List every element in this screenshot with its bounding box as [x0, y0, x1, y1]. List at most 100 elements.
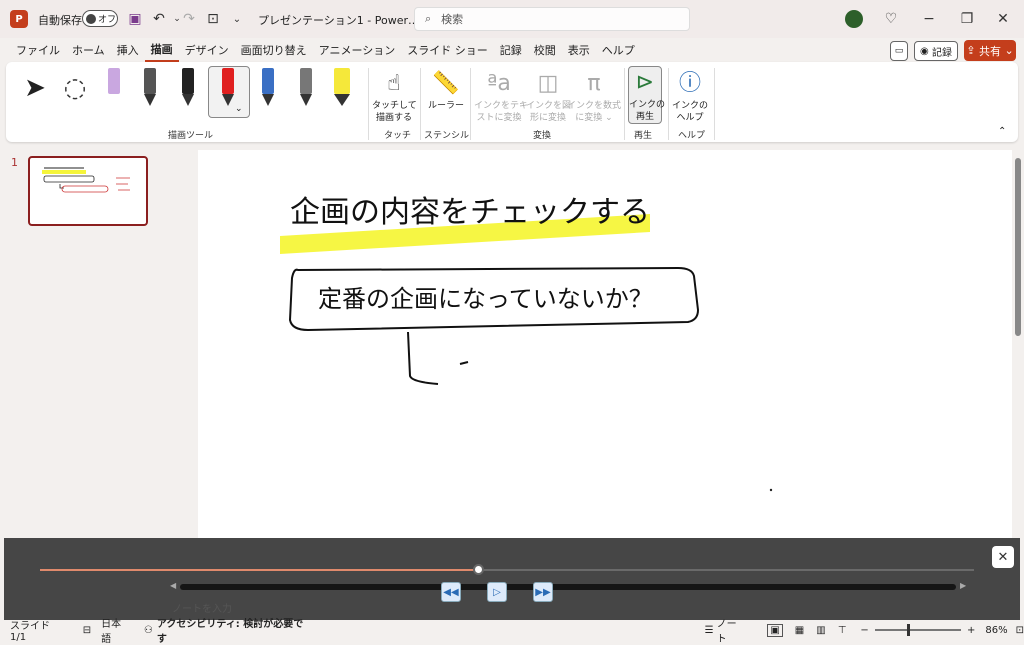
rewind-button[interactable]: ◀◀: [441, 582, 461, 602]
save-icon[interactable]: ▣: [124, 8, 146, 30]
forward-icon: ▶▶: [535, 586, 551, 598]
touch-draw-button[interactable]: ☝ タッチして 描画する: [372, 70, 417, 124]
ink-to-text-label: インクをテキ ストに変換: [474, 101, 529, 123]
ruler-icon: 📏: [432, 71, 460, 96]
ink-help-button[interactable]: ⓘ インクの ヘルプ: [672, 70, 708, 124]
pen-tip: [300, 94, 312, 106]
pen-3[interactable]: [176, 68, 200, 108]
tab-animations[interactable]: アニメーション: [313, 41, 402, 61]
notes-toggle[interactable]: ノート: [717, 615, 746, 645]
ink-to-text-button[interactable]: ªa インクをテキ ストに変換: [474, 70, 528, 124]
tab-design[interactable]: デザイン: [179, 41, 235, 61]
replay-scrubber[interactable]: [472, 564, 484, 575]
fit-to-window-icon[interactable]: ⊡: [1016, 625, 1024, 636]
lightbulb-icon[interactable]: ♡: [880, 8, 902, 30]
accessibility-status[interactable]: アクセシビリティ: 検討が必要です: [157, 615, 307, 645]
pen-tip: [262, 94, 274, 106]
record-label: 記録: [931, 47, 952, 59]
ruler-button[interactable]: 📏 ルーラー: [424, 70, 468, 112]
powerpoint-logo: P: [10, 10, 28, 28]
slide-canvas[interactable]: 企画の内容をチェックする 定番の企画になっていないか？: [198, 150, 1012, 540]
ink-to-shape-label: インクを図 形に変換: [526, 101, 572, 123]
present-icon[interactable]: ⊡: [202, 8, 224, 30]
tab-view[interactable]: 表示: [562, 41, 596, 61]
ink-arrow: [407, 331, 469, 385]
pen-2[interactable]: [138, 68, 162, 108]
share-button[interactable]: ⇪ 共有 ⌄: [964, 40, 1016, 61]
search-box[interactable]: ⌕ 検索: [414, 7, 690, 31]
tab-home[interactable]: ホーム: [66, 41, 111, 61]
replay-icon: ⊳: [635, 70, 655, 95]
ribbon-tabs: ファイル ホーム 挿入 描画 デザイン 画面切り替え アニメーション スライド …: [0, 40, 1024, 62]
spellcheck-icon[interactable]: ⊟: [83, 625, 91, 636]
tab-insert[interactable]: 挿入: [111, 41, 145, 61]
ink-to-math-button[interactable]: π インクを数式 に変換 ⌄: [566, 70, 622, 124]
tab-transitions[interactable]: 画面切り替え: [235, 41, 313, 61]
scroll-left-icon[interactable]: ◀: [170, 581, 176, 590]
highlighter[interactable]: [330, 68, 354, 108]
help-icon: ⓘ: [678, 71, 701, 96]
customize-qat-icon[interactable]: ⌄: [226, 8, 248, 30]
forward-button[interactable]: ▶▶: [533, 582, 553, 602]
zoom-out-icon[interactable]: −: [860, 625, 868, 636]
ink-to-shape-button[interactable]: ◫ インクを図 形に変換: [526, 70, 572, 124]
select-pointer-icon[interactable]: ➤: [20, 70, 50, 106]
notes-input[interactable]: ノートを入力: [172, 600, 232, 615]
pen-5[interactable]: [256, 68, 280, 108]
tab-slideshow[interactable]: スライド ショー: [401, 41, 494, 61]
comments-button[interactable]: ▭: [890, 41, 908, 61]
lasso-select-icon[interactable]: ◌: [58, 70, 92, 106]
slide-number: 1: [11, 156, 18, 169]
close-window-icon[interactable]: ✕: [992, 8, 1014, 30]
ink-question: 定番の企画になっていないか？: [318, 285, 653, 313]
group-label-touch: タッチ: [384, 131, 412, 141]
autosave-toggle[interactable]: オフ: [82, 10, 118, 27]
minimize-icon[interactable]: −: [918, 8, 940, 30]
group-label-convert: 変換: [533, 131, 552, 141]
tab-draw[interactable]: 描画: [144, 40, 179, 62]
tab-file[interactable]: ファイル: [10, 41, 66, 61]
ink-dot: [769, 488, 773, 492]
pen-tip: [182, 94, 194, 106]
zoom-slider[interactable]: [874, 624, 961, 636]
reading-view-icon[interactable]: ▥: [816, 625, 825, 636]
horizontal-scrollbar[interactable]: [180, 584, 956, 590]
tab-record[interactable]: 記録: [494, 41, 528, 61]
scroll-right-icon[interactable]: ▶: [960, 581, 966, 590]
pen-4-selected[interactable]: [216, 68, 240, 108]
avatar[interactable]: [845, 10, 863, 28]
accessibility-icon: ⚇: [143, 624, 153, 636]
restore-icon[interactable]: ❐: [956, 8, 978, 30]
collapse-ribbon-icon[interactable]: ⌃: [998, 126, 1006, 137]
ink-to-math-icon: π: [587, 71, 601, 96]
zoom-in-icon[interactable]: +: [967, 625, 975, 636]
search-icon: ⌕: [425, 12, 432, 25]
slide-thumbnail[interactable]: [28, 156, 148, 226]
record-button[interactable]: ◉ 記録: [914, 41, 958, 61]
zoom-slider-thumb[interactable]: [906, 624, 910, 636]
slide-sorter-icon[interactable]: ▦: [795, 625, 804, 636]
close-player-button[interactable]: ✕: [992, 546, 1014, 568]
pen-6[interactable]: [294, 68, 318, 108]
play-button[interactable]: ▷: [487, 582, 507, 602]
zoom-level[interactable]: 86%: [985, 625, 1007, 636]
group-label-draw-tools: 描画ツール: [168, 131, 214, 141]
redo-icon[interactable]: ↷: [178, 8, 200, 30]
slideshow-icon[interactable]: ⊤: [838, 625, 847, 636]
tab-help[interactable]: ヘルプ: [596, 41, 641, 61]
ink-replay-player: ✕ ◀ ▶ ◀◀ ▷ ▶▶: [4, 538, 1020, 620]
ink-replay-button[interactable]: ⊳ インクの 再生: [628, 66, 665, 124]
pen-body: [222, 68, 234, 94]
language-label[interactable]: 日本語: [101, 615, 130, 645]
normal-view-icon[interactable]: ▣: [767, 623, 783, 637]
share-icon: ⇪: [966, 44, 979, 57]
scrollbar-thumb[interactable]: [1015, 158, 1021, 336]
group-separator: [368, 68, 369, 140]
thumbnail-ink: [42, 167, 130, 193]
pen-dropdown-icon[interactable]: ⌄: [235, 104, 243, 114]
pen-body: [300, 68, 312, 94]
tab-review[interactable]: 校閲: [528, 41, 562, 61]
document-title[interactable]: プレゼンテーション1 - Power…: [258, 12, 419, 28]
pen-1[interactable]: [102, 68, 126, 108]
pen-tip: [334, 94, 350, 106]
